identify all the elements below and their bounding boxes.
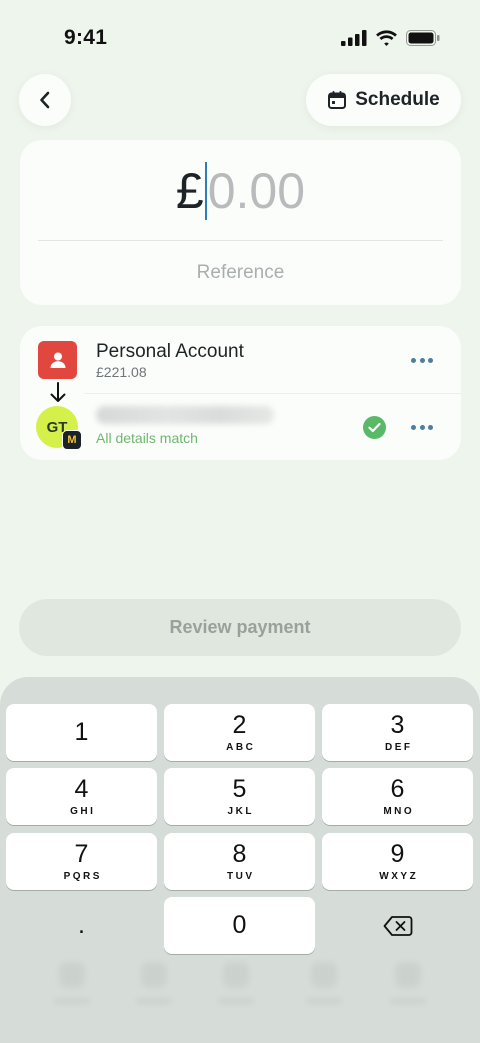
key-0[interactable]: 0 xyxy=(164,897,315,954)
key-digit: 5 xyxy=(232,774,247,803)
key-letters: JKL xyxy=(227,805,254,817)
key-4[interactable]: 4 GHI xyxy=(6,768,157,825)
dot xyxy=(428,357,433,363)
account-divider xyxy=(84,393,461,394)
status-time: 9:41 xyxy=(64,26,108,49)
payee-more-button[interactable] xyxy=(411,423,433,431)
key-digit: 8 xyxy=(232,839,247,868)
person-icon xyxy=(50,352,65,368)
key-digit: 6 xyxy=(390,774,405,803)
key-digit: 0 xyxy=(232,911,247,939)
tab-bar-behind-keyboard xyxy=(0,952,480,1043)
key-letters: DEF xyxy=(385,741,413,753)
key-3[interactable]: 3 DEF xyxy=(322,704,473,761)
from-account-name: Personal Account xyxy=(96,341,244,362)
key-digit: 3 xyxy=(390,710,405,739)
key-decimal[interactable]: . xyxy=(6,897,157,954)
ghost-tab xyxy=(124,962,184,1022)
key-letters: MNO xyxy=(383,805,415,817)
currency-symbol: £ xyxy=(175,163,204,219)
backspace-icon xyxy=(383,915,412,936)
key-6[interactable]: 6 MNO xyxy=(322,768,473,825)
numeric-keypad: 1 2 ABC 3 DEF 4 GHI 5 JKL 6 MNO 7 PQRS 8… xyxy=(0,677,480,1043)
accounts-card: Personal Account £221.08 GT M All detail… xyxy=(20,326,461,460)
amount-placeholder: 0.00 xyxy=(207,163,306,219)
amount-card: £ 0.00 xyxy=(20,140,461,305)
ghost-tab xyxy=(206,962,266,1022)
key-letters: TUV xyxy=(227,870,255,882)
key-7[interactable]: 7 PQRS xyxy=(6,833,157,890)
back-button[interactable] xyxy=(19,74,71,126)
status-bar: 9:41 xyxy=(0,0,480,76)
from-account-icon xyxy=(38,341,77,379)
schedule-button[interactable]: Schedule xyxy=(306,74,461,126)
key-1[interactable]: 1 xyxy=(6,704,157,761)
key-letters: WXYZ xyxy=(379,870,419,882)
dot xyxy=(419,357,425,363)
key-digit: 4 xyxy=(74,774,89,803)
from-account-more-button[interactable] xyxy=(411,356,433,364)
arrow-down-icon xyxy=(50,382,66,402)
text-caret xyxy=(204,162,207,220)
chevron-left-icon xyxy=(40,91,50,109)
battery-icon xyxy=(406,30,440,46)
ghost-tab xyxy=(294,962,354,1022)
check-circle-icon xyxy=(363,416,386,439)
amount-divider xyxy=(38,240,443,241)
dot xyxy=(428,424,433,430)
status-icons xyxy=(341,28,440,48)
schedule-label: Schedule xyxy=(355,89,440,110)
key-digit: 2 xyxy=(232,710,247,739)
from-account-balance: £221.08 xyxy=(96,364,147,380)
key-2[interactable]: 2 ABC xyxy=(164,704,315,761)
reference-input[interactable] xyxy=(20,262,461,284)
key-5[interactable]: 5 JKL xyxy=(164,768,315,825)
payee-match-status: All details match xyxy=(96,430,198,446)
dot xyxy=(411,357,416,363)
key-digit: 7 xyxy=(74,839,89,868)
review-payment-button[interactable]: Review payment xyxy=(19,599,461,656)
dot xyxy=(411,424,416,430)
key-9[interactable]: 9 WXYZ xyxy=(322,833,473,890)
ghost-tab xyxy=(378,962,438,1022)
dot xyxy=(419,424,425,430)
payee-name-redacted xyxy=(96,406,274,424)
key-digit: . xyxy=(78,911,85,939)
cellular-signal-icon xyxy=(341,30,367,46)
key-letters: GHI xyxy=(70,805,96,817)
amount-input[interactable]: £ 0.00 xyxy=(20,160,461,222)
wifi-icon xyxy=(376,29,397,46)
key-8[interactable]: 8 TUV xyxy=(164,833,315,890)
backspace-key[interactable] xyxy=(322,897,473,954)
key-digit: 1 xyxy=(74,718,89,746)
key-letters: PQRS xyxy=(63,870,102,882)
calendar-icon xyxy=(328,91,347,109)
key-letters: ABC xyxy=(226,741,256,753)
ghost-tab xyxy=(42,962,102,1022)
key-digit: 9 xyxy=(390,839,405,868)
payee-bank-badge: M xyxy=(62,430,82,450)
